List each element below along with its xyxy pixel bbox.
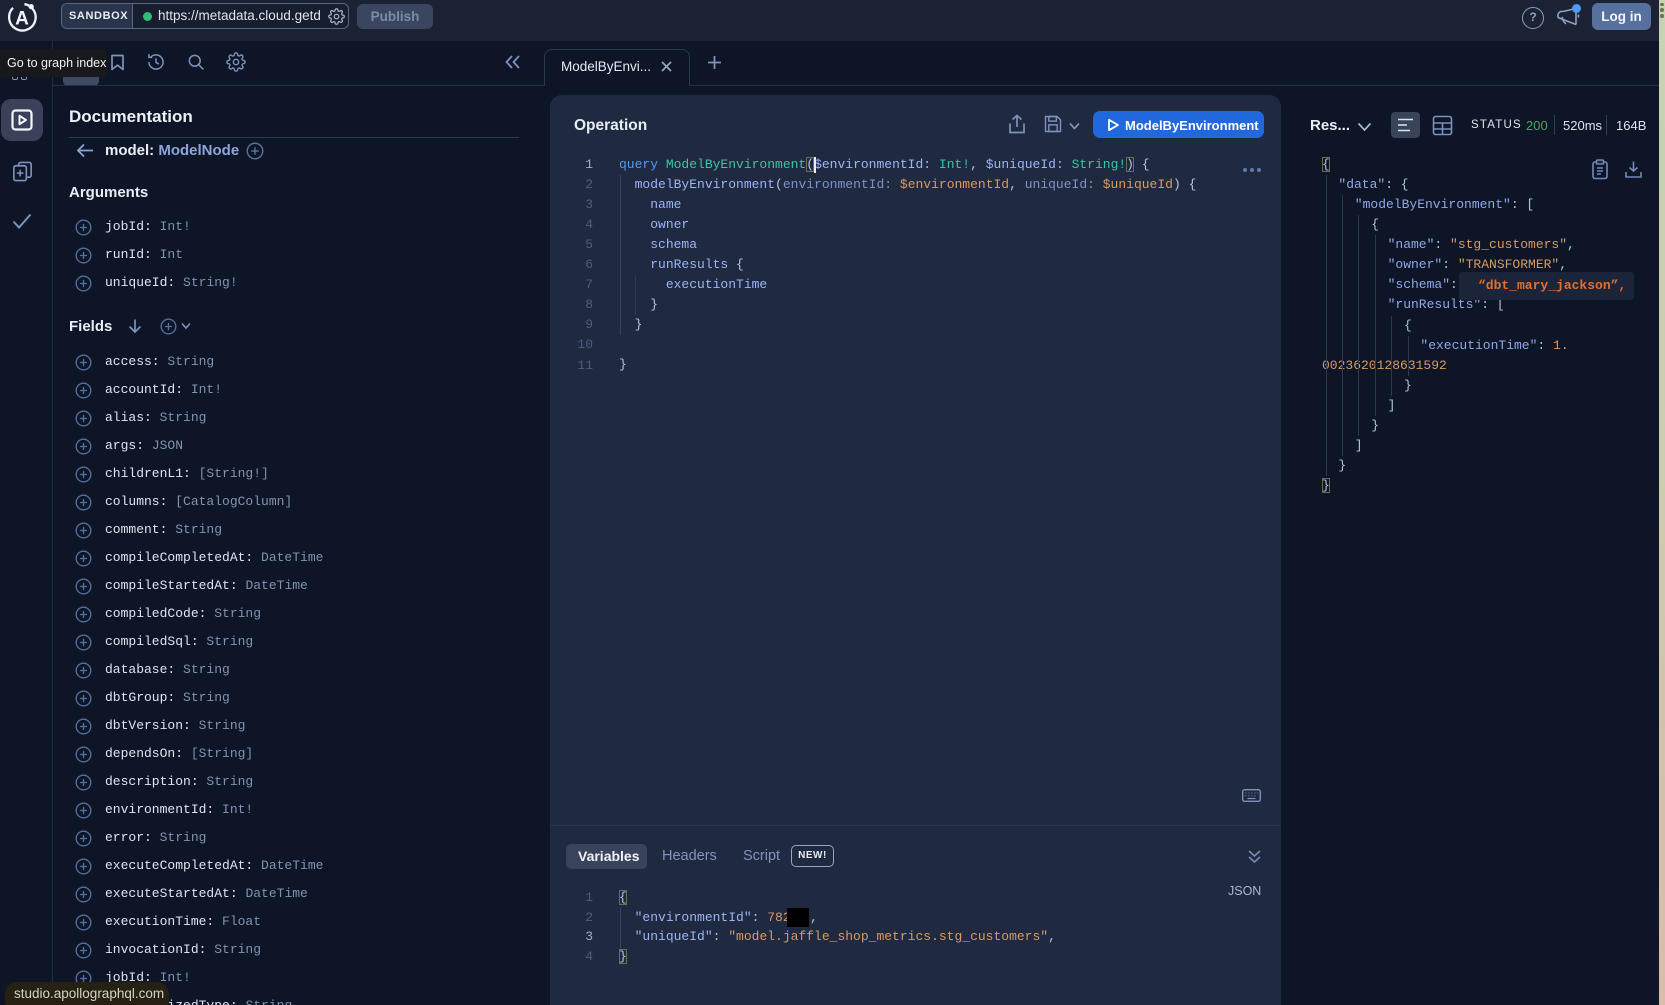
svg-text:A: A	[15, 9, 29, 30]
